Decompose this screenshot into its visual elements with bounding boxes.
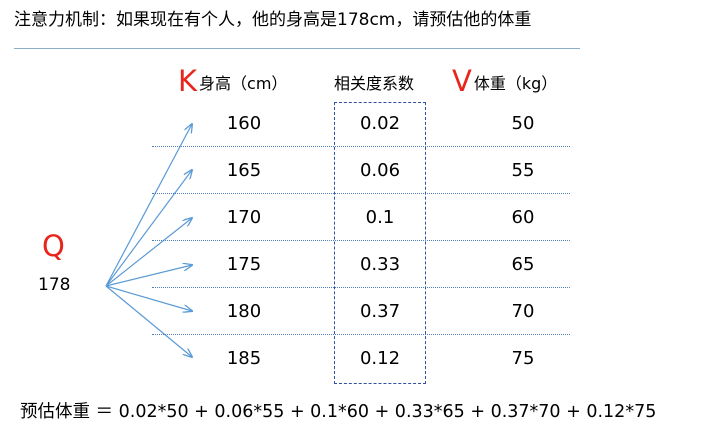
formula: 预估体重 ＝ 0.02*50 + 0.06*55 + 0.1*60 + 0.33… (20, 402, 657, 422)
height-cell: 185 (226, 348, 262, 369)
value-cell: 65 (511, 254, 535, 275)
attention-arrow-5 (105, 285, 192, 311)
height-cell: 170 (226, 207, 262, 228)
value-cell: 60 (511, 207, 535, 228)
attention-arrow-6 (105, 285, 192, 357)
weight-column-box (334, 102, 426, 384)
height-cell: 175 (226, 254, 262, 275)
value-cell: 55 (511, 160, 535, 181)
height-cell: 180 (226, 301, 262, 322)
value-cell: 75 (511, 348, 535, 369)
height-cell: 165 (226, 160, 262, 181)
attention-arrow-1 (105, 124, 192, 287)
value-cell: 50 (511, 113, 535, 134)
value-cell: 70 (511, 301, 535, 322)
height-cell: 160 (226, 113, 262, 134)
